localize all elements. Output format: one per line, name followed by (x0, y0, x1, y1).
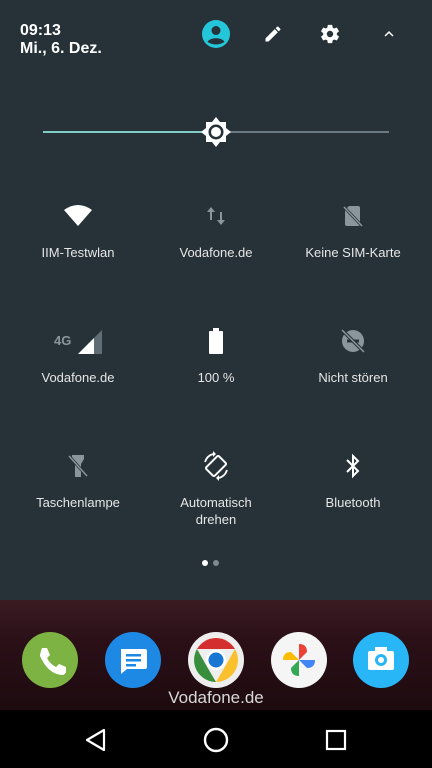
flashlight-icon (6, 448, 150, 484)
brightness-thumb-icon[interactable] (200, 116, 232, 148)
collapse-chevron-icon[interactable] (373, 18, 405, 50)
chrome-app-icon[interactable] (188, 632, 244, 688)
edit-pencil-icon[interactable] (257, 18, 289, 50)
recents-button[interactable] (320, 724, 352, 756)
tile-label: Nicht stören (318, 370, 388, 385)
phone-app-icon[interactable] (22, 632, 78, 688)
tile-label: Vodafone.de (179, 245, 253, 260)
tile-do-not-disturb[interactable]: Nicht stören (281, 323, 425, 433)
page-dot (213, 560, 219, 566)
back-triangle-icon (85, 728, 106, 752)
tile-label: Automatisch drehen (180, 495, 252, 527)
mobile-data-icon (144, 198, 288, 234)
home-circle-icon (203, 727, 229, 753)
no-sim-icon (281, 198, 425, 234)
tile-label: Keine SIM-Karte (305, 245, 401, 260)
bluetooth-icon (281, 448, 425, 484)
network-badge: 4G (54, 333, 71, 348)
page-indicator[interactable] (200, 560, 232, 568)
tile-label: 100 % (197, 370, 235, 385)
back-button[interactable] (80, 724, 112, 756)
tile-label: Vodafone.de (41, 370, 115, 385)
tile-flashlight[interactable]: Taschenlampe (6, 448, 150, 558)
messages-app-icon[interactable] (105, 632, 161, 688)
quick-settings-panel: 09:13 Mi., 6. Dez. IIM-Testwlan Vodafone… (0, 0, 432, 600)
home-button[interactable] (200, 724, 232, 756)
tile-cellular[interactable]: 4G Vodafone.de (6, 323, 150, 433)
tile-label: Taschenlampe (36, 495, 120, 510)
tile-label: Bluetooth (325, 495, 381, 510)
battery-icon (144, 323, 288, 359)
cellular-signal-icon: 4G (6, 323, 150, 359)
carrier-label: Vodafone.de (168, 688, 264, 707)
brightness-track-filled (43, 131, 216, 133)
tile-sim[interactable]: Keine SIM-Karte (281, 198, 425, 308)
do-not-disturb-icon (281, 323, 425, 359)
camera-app-icon[interactable] (353, 632, 409, 688)
settings-gear-icon[interactable] (314, 18, 346, 50)
tile-label: IIM-Testwlan (41, 245, 115, 260)
tile-auto-rotate[interactable]: Automatisch drehen (144, 448, 288, 558)
page-dot-active (202, 560, 208, 566)
clock: 09:13 (20, 22, 61, 39)
navigation-bar (0, 710, 432, 768)
photos-app-icon[interactable] (271, 632, 327, 688)
quick-settings-header: 09:13 Mi., 6. Dez. (0, 0, 432, 70)
tile-bluetooth[interactable]: Bluetooth (281, 448, 425, 558)
user-account-icon[interactable] (200, 18, 232, 50)
tile-battery[interactable]: 100 % (144, 323, 288, 433)
brightness-track-empty (216, 131, 389, 133)
tile-wifi[interactable]: IIM-Testwlan (6, 198, 150, 308)
wifi-icon (6, 198, 150, 234)
tile-mobile-data[interactable]: Vodafone.de (144, 198, 288, 308)
date: Mi., 6. Dez. (20, 40, 102, 57)
auto-rotate-icon (144, 448, 288, 484)
recents-square-icon (325, 729, 347, 751)
